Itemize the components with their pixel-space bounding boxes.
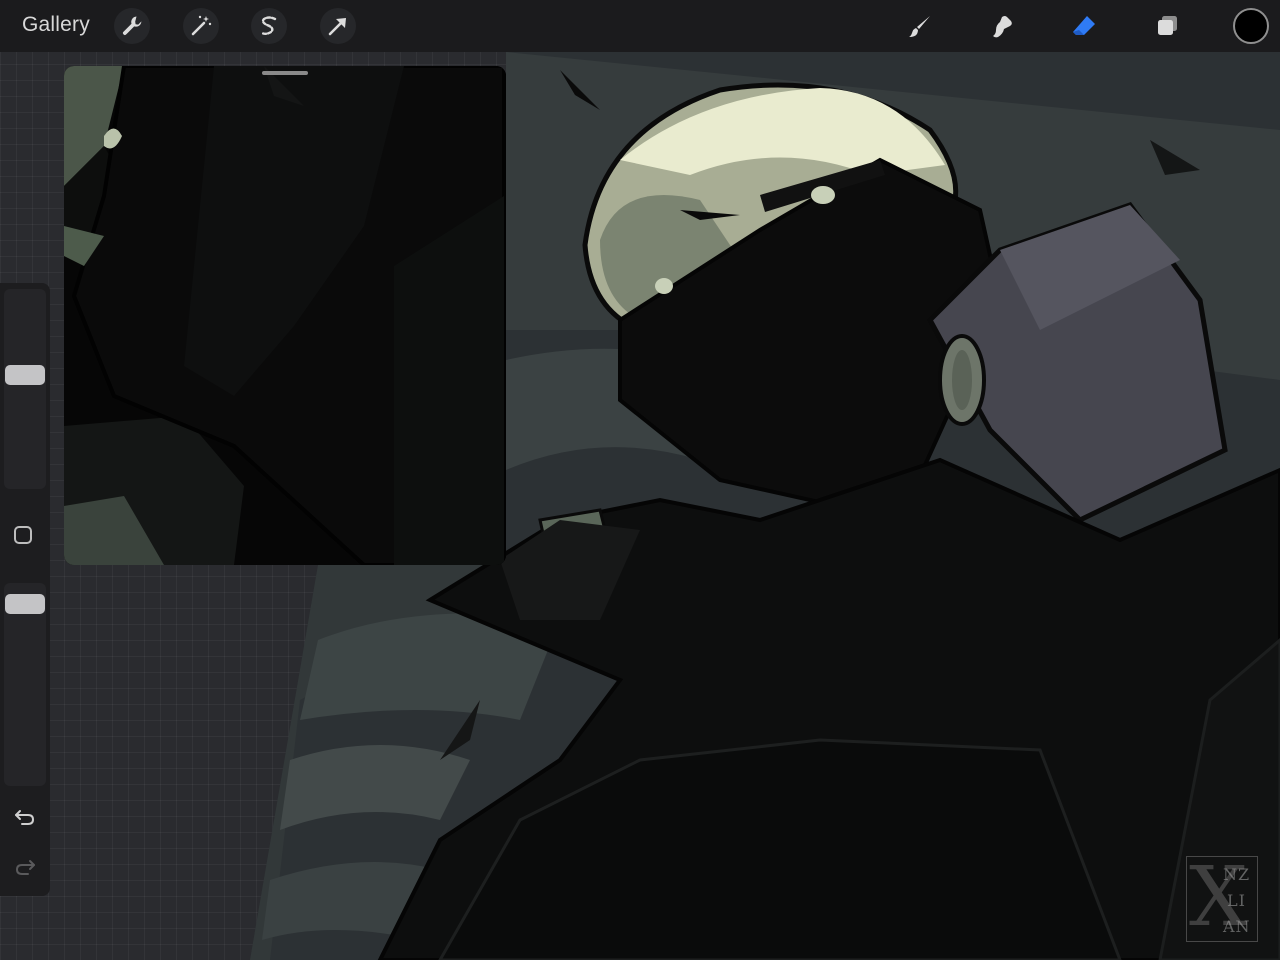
opacity-slider[interactable] [4, 583, 46, 786]
brush-size-thumb[interactable] [5, 365, 45, 385]
reference-image [64, 66, 506, 565]
color-picker-button[interactable] [1233, 8, 1269, 44]
redo-icon[interactable] [12, 853, 38, 879]
erase-button[interactable] [1066, 8, 1102, 44]
magic-wand-icon [191, 15, 212, 36]
artist-signature: X NZ LI AN [1186, 855, 1258, 942]
transform-button[interactable] [320, 8, 356, 44]
brush-icon [909, 16, 930, 37]
gallery-button[interactable]: Gallery [22, 13, 90, 37]
transform-arrow-icon [328, 18, 346, 36]
signature-line-3: AN [1223, 917, 1251, 936]
layers-button[interactable] [1149, 8, 1185, 44]
left-sidebar [0, 283, 50, 896]
modify-square-icon[interactable] [14, 526, 32, 544]
top-toolbar: Gallery [0, 0, 1280, 52]
reference-window[interactable] [64, 66, 506, 565]
selection-button[interactable] [251, 8, 287, 44]
signature-line-2: LI [1227, 891, 1246, 910]
signature-line-1: NZ [1223, 865, 1251, 884]
layers-icon [1158, 16, 1177, 35]
wrench-icon [122, 16, 142, 35]
paint-button[interactable] [902, 8, 938, 44]
adjustments-button[interactable] [183, 8, 219, 44]
smudge-icon [993, 16, 1012, 38]
smudge-button[interactable] [984, 8, 1020, 44]
undo-icon[interactable] [12, 803, 38, 829]
actions-button[interactable] [114, 8, 150, 44]
reference-drag-handle[interactable] [262, 71, 308, 75]
eraser-icon [1073, 16, 1095, 35]
opacity-thumb[interactable] [5, 594, 45, 614]
brush-size-slider[interactable] [4, 289, 46, 489]
selection-s-icon [260, 16, 277, 35]
